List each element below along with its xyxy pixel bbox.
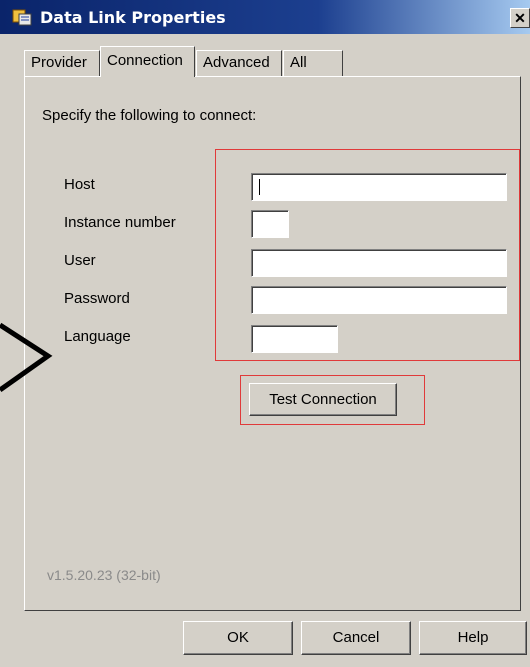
close-icon: ✕ [514,10,526,26]
password-field[interactable] [251,286,507,314]
language-field[interactable] [251,325,338,353]
test-connection-label: Test Connection [269,391,377,408]
instruction-text: Specify the following to connect: [42,107,257,124]
user-label: User [64,252,96,269]
host-field[interactable] [251,173,507,201]
tab-connection[interactable]: Connection [100,46,195,77]
version-label: v1.5.20.23 (32-bit) [47,567,161,583]
cancel-label: Cancel [332,629,380,646]
tab-advanced-label: Advanced [203,54,270,71]
help-label: Help [457,629,489,646]
close-button[interactable]: ✕ [510,8,530,28]
language-label: Language [64,328,131,345]
title-bar[interactable]: Data Link Properties ✕ [0,0,530,34]
user-field[interactable] [251,249,507,277]
tab-all-label: All [290,54,307,71]
instance-number-field[interactable] [251,210,289,238]
data-link-icon [12,9,32,26]
ok-label: OK [227,629,249,646]
data-link-properties-dialog: Data Link Properties ✕ Provider Connecti… [0,0,530,667]
password-label: Password [64,290,130,307]
ok-button[interactable]: OK [183,621,293,655]
tab-connection-label: Connection [107,52,183,69]
connection-panel: Specify the following to connect: Host I… [24,76,521,611]
cancel-button[interactable]: Cancel [301,621,411,655]
tab-provider[interactable]: Provider [24,50,100,76]
tab-advanced[interactable]: Advanced [196,50,282,76]
text-caret [259,179,260,195]
tab-all[interactable]: All [283,50,343,76]
help-button[interactable]: Help [419,621,527,655]
window-title: Data Link Properties [40,8,226,27]
arrow-pointer-icon [0,322,53,393]
host-label: Host [64,176,95,193]
test-connection-button[interactable]: Test Connection [249,383,397,416]
tab-provider-label: Provider [31,54,87,71]
instance-number-label: Instance number [64,214,176,231]
